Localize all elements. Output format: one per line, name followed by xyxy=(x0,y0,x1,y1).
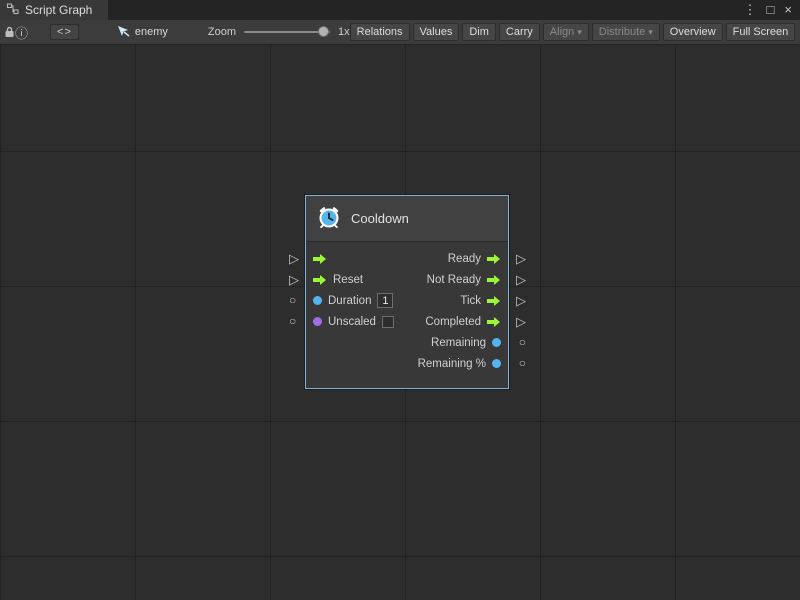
port-row: Remaining ○ xyxy=(306,332,508,353)
zoom-slider-knob[interactable] xyxy=(318,26,329,37)
flow-port-icon[interactable]: ▷ xyxy=(516,294,526,307)
menu-icon[interactable]: ⋮ xyxy=(744,0,757,20)
flow-port-icon[interactable]: ▷ xyxy=(516,273,526,286)
chevron-down-icon: ▾ xyxy=(577,27,582,38)
port-row: Remaining % ○ xyxy=(306,353,508,374)
port-label: Duration xyxy=(328,295,371,307)
port-row: ○ Unscaled Completed ▷ xyxy=(306,311,508,332)
zoom-label: Zoom xyxy=(208,26,236,38)
node-header[interactable]: Cooldown xyxy=(306,196,508,242)
port-label: Reset xyxy=(333,274,363,286)
port-label: Completed xyxy=(425,316,481,328)
graph-asset-icon xyxy=(117,25,130,40)
graph-canvas[interactable]: Cooldown ▷ Ready xyxy=(0,45,800,600)
align-button[interactable]: Align▾ xyxy=(543,23,589,41)
value-port-dot-icon[interactable] xyxy=(313,296,322,305)
graph-breadcrumb[interactable]: enemy xyxy=(117,25,168,40)
chevron-down-icon: ▾ xyxy=(648,27,653,38)
titlebar: Script Graph ⋮ □ × xyxy=(0,0,800,20)
flow-port-icon[interactable]: ▷ xyxy=(289,273,299,286)
flow-arrow-icon[interactable] xyxy=(487,253,501,265)
graph-toolbar: ⓘ <> enemy Zoom 1x Relations Values Dim … xyxy=(0,20,800,45)
flow-arrow-icon[interactable] xyxy=(487,274,501,286)
flow-arrow-icon[interactable] xyxy=(487,316,501,328)
alarm-clock-icon xyxy=(317,205,341,232)
flow-arrow-icon[interactable] xyxy=(313,253,327,265)
unscaled-checkbox[interactable] xyxy=(382,316,394,328)
values-button[interactable]: Values xyxy=(413,23,460,41)
script-graph-icon xyxy=(7,3,19,18)
code-view-icon[interactable]: <> xyxy=(50,24,79,40)
fullscreen-button[interactable]: Full Screen xyxy=(726,23,796,41)
toolbar-buttons: Relations Values Dim Carry Align▾ Distri… xyxy=(350,23,798,41)
node-body: ▷ Ready ▷ xyxy=(306,242,508,388)
port-label: Tick xyxy=(460,295,481,307)
value-port-dot-icon[interactable] xyxy=(492,338,501,347)
zoom-slider[interactable] xyxy=(244,31,330,33)
flow-arrow-icon[interactable] xyxy=(487,295,501,307)
flow-port-icon[interactable]: ▷ xyxy=(289,252,299,265)
distribute-button[interactable]: Distribute▾ xyxy=(592,23,660,41)
value-port-icon[interactable]: ○ xyxy=(519,357,526,369)
port-label: Remaining % xyxy=(418,358,486,370)
tab-title: Script Graph xyxy=(25,3,92,17)
dim-button[interactable]: Dim xyxy=(462,23,496,41)
port-label: Remaining xyxy=(431,337,486,349)
duration-field[interactable] xyxy=(377,293,393,308)
lock-icon[interactable] xyxy=(4,23,15,42)
cooldown-node[interactable]: Cooldown ▷ Ready xyxy=(305,195,509,389)
info-icon[interactable]: ⓘ xyxy=(15,23,28,42)
graph-name: enemy xyxy=(135,26,168,38)
port-label: Not Ready xyxy=(427,274,481,286)
unity-graph-window: Script Graph ⋮ □ × ⓘ <> enemy Zoom 1x xyxy=(0,0,800,600)
value-port-icon[interactable]: ○ xyxy=(289,315,296,327)
flow-arrow-icon[interactable] xyxy=(313,274,327,286)
carry-button[interactable]: Carry xyxy=(499,23,540,41)
port-row: ○ Duration Tick ▷ xyxy=(306,290,508,311)
value-port-icon[interactable]: ○ xyxy=(289,294,296,306)
zoom-control: Zoom 1x xyxy=(208,26,350,38)
value-port-dot-icon[interactable] xyxy=(492,359,501,368)
port-row: ▷ Ready ▷ xyxy=(306,248,508,269)
port-row: ▷ Reset Not Ready ▷ xyxy=(306,269,508,290)
tab-script-graph[interactable]: Script Graph xyxy=(0,0,108,20)
relations-button[interactable]: Relations xyxy=(350,23,410,41)
flow-port-icon[interactable]: ▷ xyxy=(516,315,526,328)
close-icon[interactable]: × xyxy=(784,0,792,20)
port-label: Ready xyxy=(448,253,481,265)
value-port-dot-icon[interactable] xyxy=(313,317,322,326)
node-title: Cooldown xyxy=(351,211,409,226)
flow-port-icon[interactable]: ▷ xyxy=(516,252,526,265)
zoom-value: 1x xyxy=(338,26,350,38)
value-port-icon[interactable]: ○ xyxy=(519,336,526,348)
window-controls: ⋮ □ × xyxy=(744,0,800,20)
port-label: Unscaled xyxy=(328,316,376,328)
overview-button[interactable]: Overview xyxy=(663,23,723,41)
maximize-icon[interactable]: □ xyxy=(767,0,775,20)
